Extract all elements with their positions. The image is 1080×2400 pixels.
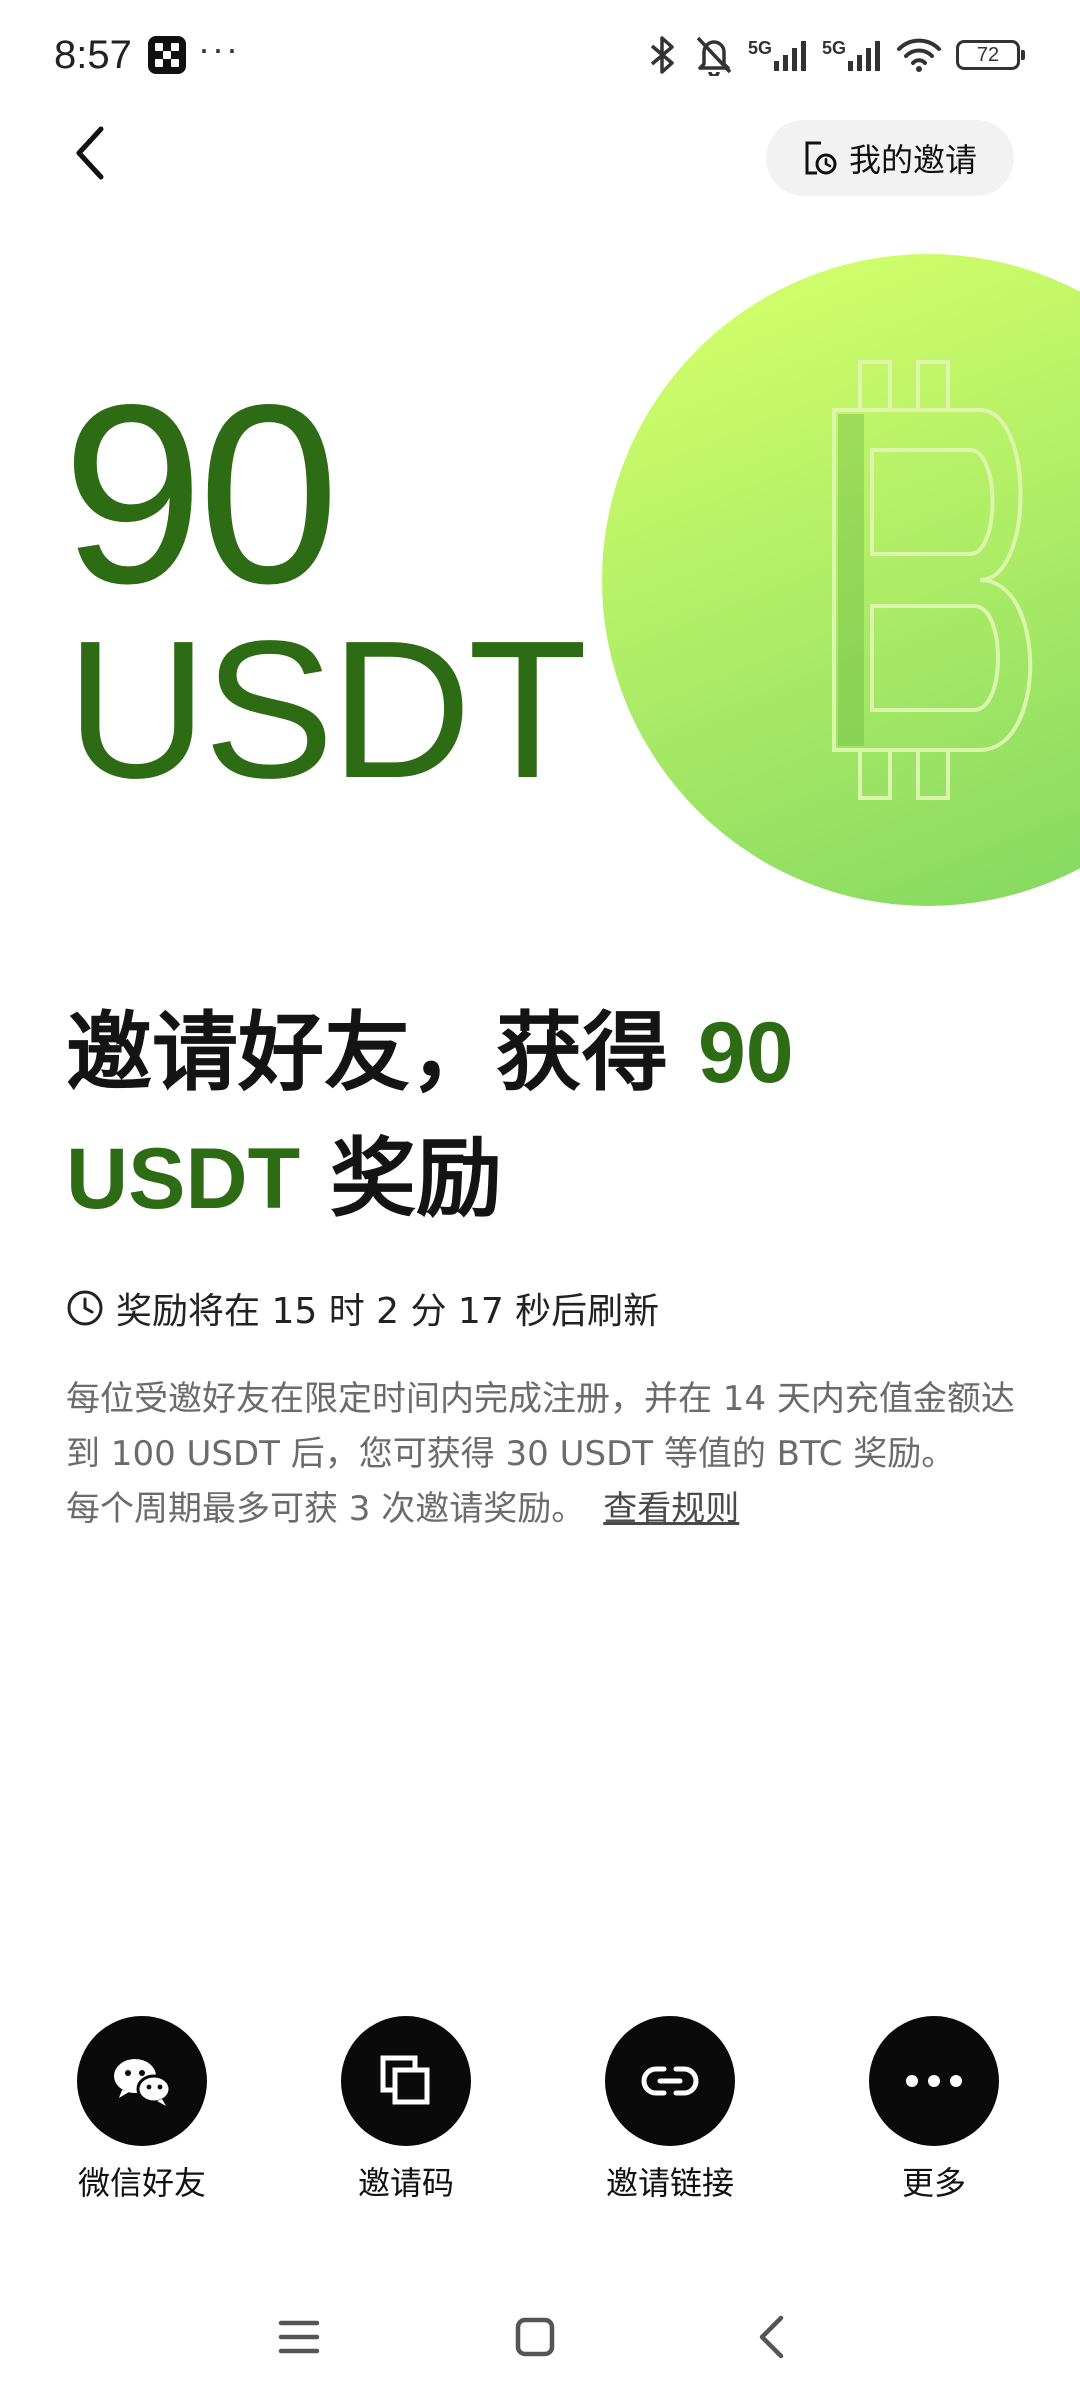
reward-unit: USDT — [66, 600, 588, 819]
bluetooth-icon — [650, 36, 674, 74]
battery-indicator: 72 — [956, 40, 1025, 70]
clock-icon — [67, 1290, 103, 1326]
signal-bars-icon — [773, 41, 806, 71]
wechat-icon — [114, 2059, 172, 2106]
history-document-icon — [805, 141, 837, 175]
share-wechat-label: 微信好友 — [77, 2164, 206, 2202]
back-triangle-icon — [759, 2315, 784, 2359]
share-invite-code-button[interactable]: 邀请码 — [306, 2016, 506, 2206]
link-icon — [641, 2066, 699, 2096]
invite-page: 8:57 ··· 5G 5G 72 我的邀请 90 USDT 邀请好友，获得 9… — [0, 0, 1080, 2400]
headline-part-2: 奖励 — [300, 1129, 503, 1229]
my-invites-button[interactable]: 我的邀请 — [766, 120, 1014, 196]
share-actions: 微信好友 邀请码 邀请链接 更多 — [0, 2016, 1080, 2206]
refresh-countdown-text: 奖励将在 15 时 2 分 17 秒后刷新 — [116, 1291, 660, 1332]
network-type-label: 5G — [747, 38, 772, 58]
nav-back-button[interactable] — [736, 2302, 806, 2372]
network-type-label: 5G — [821, 38, 846, 58]
reward-description: 每位受邀好友在限定时间内完成注册，并在 14 天内充值金额达到 100 USDT… — [66, 1372, 1026, 1537]
headline-part-1: 邀请好友，获得 — [66, 1003, 698, 1103]
system-navigation-bar — [0, 2290, 1080, 2380]
share-invite-link-button[interactable]: 邀请链接 — [570, 2016, 770, 2206]
my-invites-label: 我的邀请 — [848, 141, 977, 179]
more-notifications-icon: ··· — [198, 28, 240, 69]
refresh-countdown: 奖励将在 15 时 2 分 17 秒后刷新 — [66, 1280, 659, 1336]
reward-amount: 90 — [62, 352, 340, 637]
description-line-1: 每位受邀好友在限定时间内完成注册，并在 14 天内充值金额达到 100 USDT… — [66, 1379, 1015, 1474]
share-more-circle[interactable] — [869, 2016, 999, 2146]
wifi-icon — [897, 38, 941, 72]
share-more-button[interactable]: 更多 — [834, 2016, 1034, 2206]
share-invite-code-label: 邀请码 — [357, 2164, 454, 2202]
status-bar: 8:57 ··· 5G 5G 72 — [0, 0, 1080, 110]
more-icon — [906, 2075, 962, 2087]
back-button[interactable] — [60, 118, 120, 188]
share-invite-link-circle[interactable] — [605, 2016, 735, 2146]
menu-icon — [278, 2320, 320, 2354]
status-icons: 5G 5G 72 — [646, 30, 1025, 80]
nav-home-button[interactable] — [500, 2302, 570, 2372]
app-notification-icon — [148, 36, 186, 74]
copy-icon — [380, 2055, 430, 2105]
chevron-left-icon — [76, 126, 104, 180]
home-square-icon — [515, 2317, 555, 2357]
mute-bell-icon — [696, 36, 732, 76]
status-time: 8:57 — [54, 33, 132, 77]
signal-bars-icon — [848, 41, 880, 71]
nav-menu-button[interactable] — [264, 2302, 334, 2372]
invite-headline: 邀请好友，获得 90 USDT 奖励 — [66, 990, 1026, 1242]
share-wechat-circle[interactable] — [77, 2016, 207, 2146]
signal-2: 5G — [822, 39, 882, 71]
description-line-2: 每个周期最多可获 3 次邀请奖励。 查看规则 — [66, 1482, 1026, 1537]
bitcoin-coin-illustration — [602, 254, 1080, 906]
share-invite-link-label: 邀请链接 — [605, 2164, 734, 2202]
description-limit-text: 每个周期最多可获 3 次邀请奖励。 — [66, 1489, 586, 1529]
view-rules-link[interactable]: 查看规则 — [603, 1489, 739, 1529]
share-more-label: 更多 — [901, 2164, 966, 2202]
signal-1: 5G — [748, 39, 808, 71]
share-invite-code-circle[interactable] — [341, 2016, 471, 2146]
share-wechat-button[interactable]: 微信好友 — [42, 2016, 242, 2206]
